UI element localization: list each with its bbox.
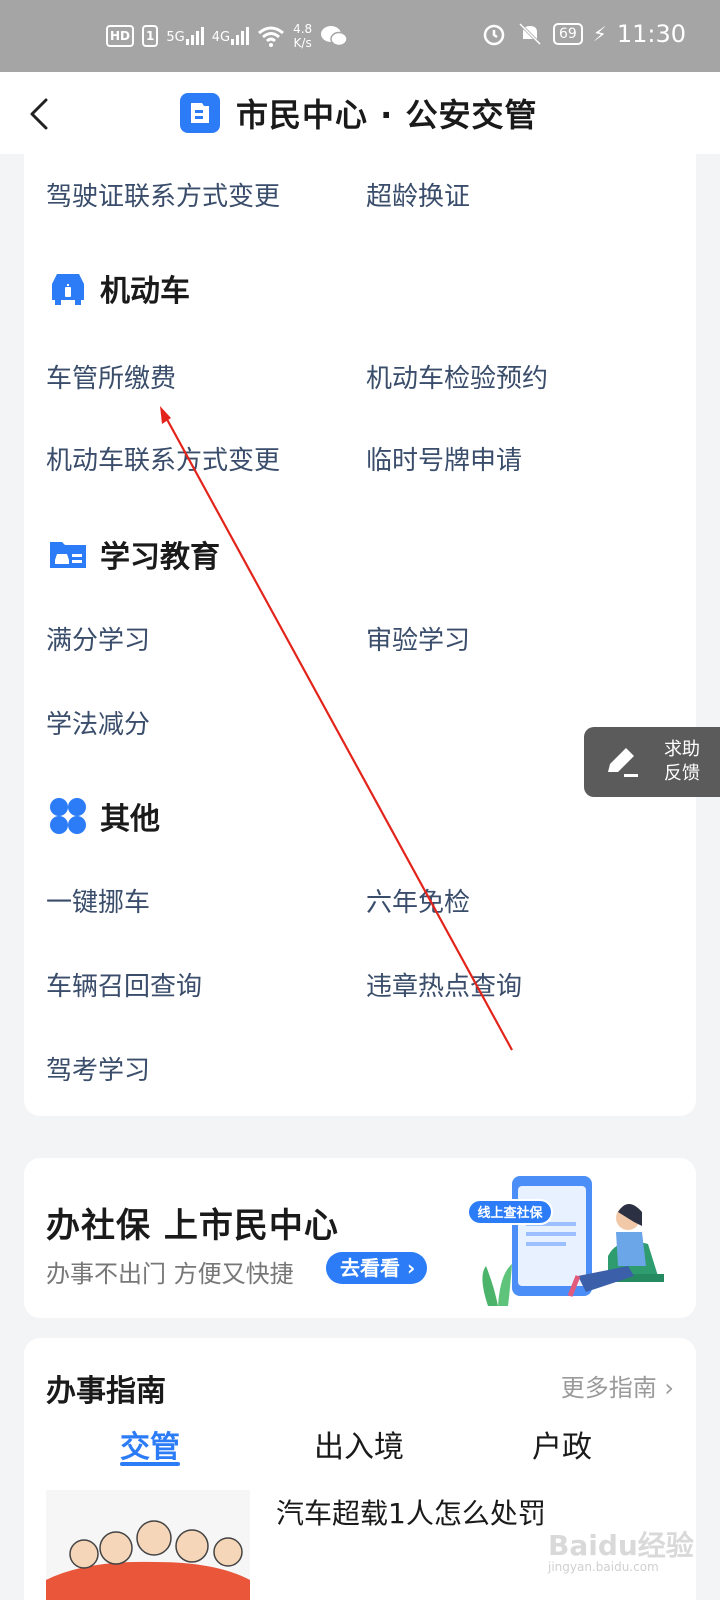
feedback-label: 求助 反馈 xyxy=(664,738,700,786)
car-icon xyxy=(52,274,84,305)
banner-illustration: 线上查社保 xyxy=(467,1176,664,1306)
app-logo-icon xyxy=(180,93,220,133)
service-full-score-study[interactable]: 满分学习 xyxy=(46,620,150,657)
section-education-title: 学习教育 xyxy=(100,540,220,575)
status-bar: HD 1 5G 4G 4.8 K/s 69 ⚡ 11:30 xyxy=(0,0,720,72)
feedback-line-2: 反馈 xyxy=(664,763,700,784)
service-overage-renewal[interactable]: 超龄换证 xyxy=(366,176,470,213)
battery-indicator: 69 xyxy=(552,23,583,45)
service-inspection-booking[interactable]: 机动车检验预约 xyxy=(366,358,548,395)
section-other-title: 其他 xyxy=(100,802,160,837)
service-recall-query[interactable]: 车辆召回查询 xyxy=(46,966,202,1003)
banner-subtitle: 办事不出门 方便又快捷 xyxy=(46,1260,294,1288)
header-title-group: 市民中心 · 公安交管 xyxy=(180,90,537,136)
help-feedback-button[interactable]: 求助 反馈 xyxy=(584,727,720,797)
article-title[interactable]: 汽车超载1人怎么处罚 xyxy=(276,1492,546,1532)
section-other-header: 其他 xyxy=(48,794,160,838)
baidu-watermark: Baidu经验 xyxy=(548,1529,694,1562)
banner-go-button[interactable]: 去看看 › xyxy=(326,1252,428,1284)
tab-household[interactable]: 户政 xyxy=(532,1422,592,1466)
charging-icon: ⚡ xyxy=(592,22,607,46)
sim-badge: 1 xyxy=(142,25,159,47)
chevron-right-icon: › xyxy=(656,1374,674,1402)
banner-button-label: 去看看 xyxy=(340,1256,400,1280)
status-right: 69 ⚡ 11:30 xyxy=(481,20,686,48)
signal-4g-icon: 4G xyxy=(211,27,250,45)
service-six-year-exempt[interactable]: 六年免检 xyxy=(366,882,470,919)
service-dmv-payment[interactable]: 车管所缴费 xyxy=(46,358,176,395)
service-temp-plate[interactable]: 临时号牌申请 xyxy=(366,440,522,477)
banner-art-label: 线上查社保 xyxy=(477,1205,543,1221)
feedback-line-1: 求助 xyxy=(664,739,700,760)
service-license-contact-change[interactable]: 驾驶证联系方式变更 xyxy=(46,176,280,213)
mute-icon xyxy=(518,22,542,46)
service-vehicle-contact-change[interactable]: 机动车联系方式变更 xyxy=(46,440,280,477)
section-education-header: 学习教育 xyxy=(48,532,220,576)
net-speed: 4.8 K/s xyxy=(293,22,312,50)
page-title: 市民中心 · 公安交管 xyxy=(236,96,538,134)
speed-value: 4.8 xyxy=(293,22,313,36)
guide-title: 办事指南 xyxy=(46,1374,166,1409)
clock: 11:30 xyxy=(616,20,686,48)
section-vehicle-header: 机动车 xyxy=(48,266,190,310)
app-header: 市民中心 · 公安交管 xyxy=(0,72,720,154)
alarm-icon xyxy=(483,24,505,46)
grid-petals-icon xyxy=(50,798,86,834)
active-tab-indicator xyxy=(120,1462,180,1466)
service-study-deduct-points[interactable]: 学法减分 xyxy=(46,704,150,741)
tab-immigration[interactable]: 出入境 xyxy=(314,1422,404,1466)
service-violation-hotspot[interactable]: 违章热点查询 xyxy=(366,966,522,1003)
services-card: 驾驶证联系方式变更 超龄换证 机动车 车管所缴费 机动车检验预约 机动车联系方式… xyxy=(24,154,696,1116)
service-move-car[interactable]: 一键挪车 xyxy=(46,882,150,919)
baidu-watermark-url: jingyan.baidu.com xyxy=(548,1560,659,1574)
signal-5g-icon: 5G xyxy=(166,27,204,45)
status-left: HD 1 5G 4G 4.8 K/s xyxy=(106,22,348,50)
service-driving-test-study[interactable]: 驾考学习 xyxy=(46,1050,150,1087)
article-thumbnail[interactable] xyxy=(46,1490,250,1600)
wifi-icon xyxy=(258,26,285,47)
more-guides-label: 更多指南 xyxy=(560,1374,657,1402)
more-guides-link[interactable]: 更多指南 › xyxy=(561,1368,674,1403)
speed-unit: K/s xyxy=(293,36,312,50)
section-vehicle-title: 机动车 xyxy=(100,274,190,309)
net2-label: 4G xyxy=(211,30,231,45)
hd-badge: HD xyxy=(106,25,135,47)
social-security-banner[interactable]: 办社保 上市民中心 办事不出门 方便又快捷 去看看 › 线上查社保 xyxy=(24,1158,696,1318)
education-card-icon xyxy=(50,542,86,568)
tab-traffic[interactable]: 交管 xyxy=(120,1422,180,1466)
back-arrow-icon[interactable] xyxy=(22,94,62,134)
chevron-right-icon: › xyxy=(400,1256,416,1280)
edit-pencil-icon xyxy=(608,748,638,777)
wechat-icon xyxy=(321,26,348,47)
net1-label: 5G xyxy=(166,30,185,45)
banner-title: 办社保 上市民中心 xyxy=(46,1206,339,1246)
service-review-study[interactable]: 审验学习 xyxy=(366,620,470,657)
